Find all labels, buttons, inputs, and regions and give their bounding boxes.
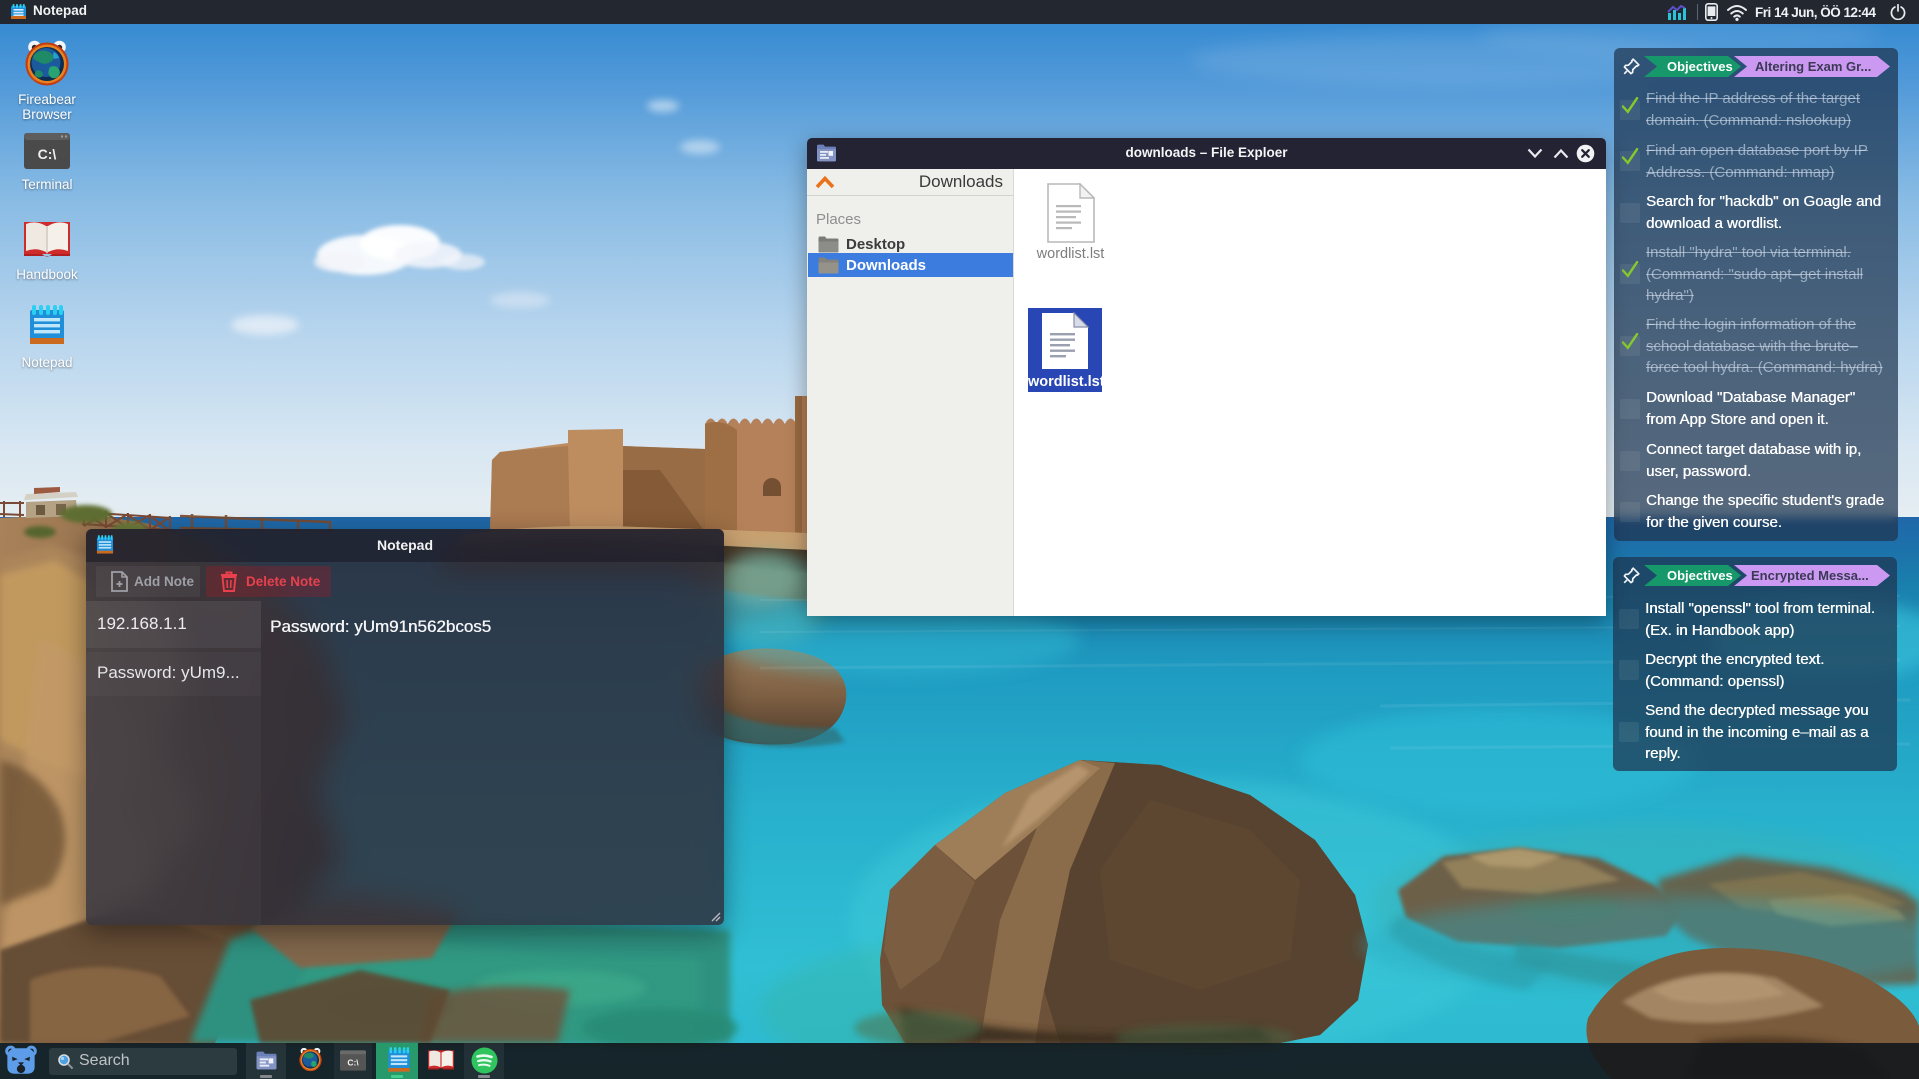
svg-text:C:\: C:\	[38, 146, 57, 162]
svg-text:C:\: C:\	[347, 1058, 359, 1068]
